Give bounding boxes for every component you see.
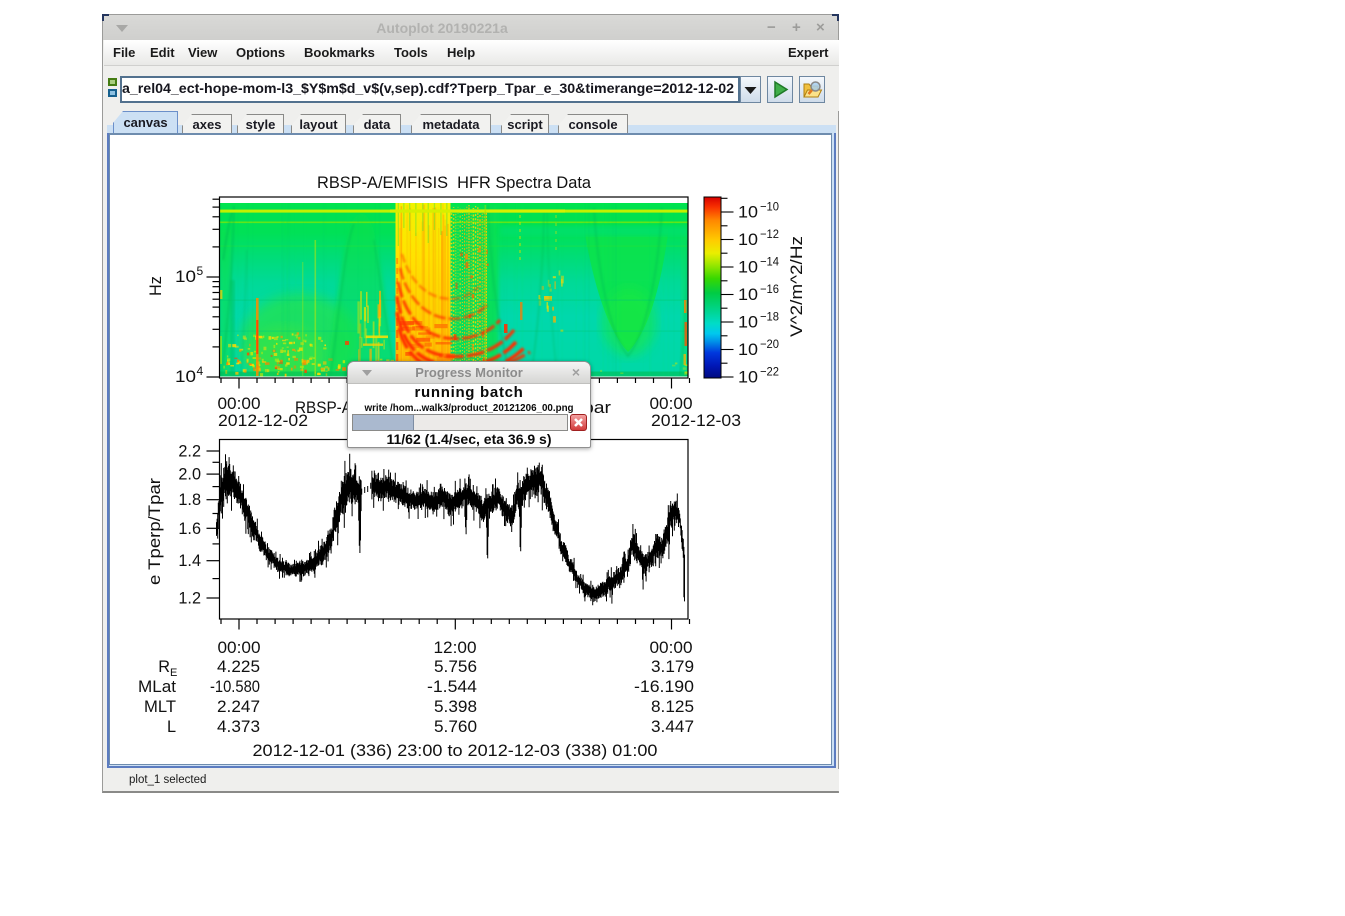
svg-text:1.2: 1.2 — [178, 590, 201, 608]
svg-text:2012-12-01 (336) 23:00 to 2012: 2012-12-01 (336) 23:00 to 2012-12-03 (33… — [253, 742, 658, 760]
svg-text:-1.544: -1.544 — [427, 678, 477, 696]
svg-text:−18: −18 — [760, 310, 779, 324]
svg-text:12:00: 12:00 — [434, 639, 477, 657]
svg-text:4.225: 4.225 — [217, 658, 260, 676]
svg-text:10: 10 — [738, 259, 758, 277]
svg-text:10: 10 — [738, 231, 758, 249]
svg-text:RBSP-A: RBSP-A — [295, 399, 352, 417]
svg-text:−12: −12 — [760, 227, 779, 241]
svg-text:1.4: 1.4 — [178, 552, 201, 570]
svg-text:10: 10 — [175, 368, 196, 386]
svg-text:5: 5 — [197, 264, 204, 278]
svg-text:3.447: 3.447 — [651, 718, 694, 736]
svg-text:3.179: 3.179 — [651, 658, 694, 676]
svg-text:1.8: 1.8 — [178, 491, 201, 509]
svg-text:2.0: 2.0 — [178, 466, 201, 484]
svg-text:00:00: 00:00 — [650, 395, 693, 413]
svg-text:10: 10 — [738, 369, 758, 387]
svg-text:2012-12-03: 2012-12-03 — [651, 412, 741, 430]
svg-text:1.6: 1.6 — [178, 520, 201, 538]
svg-text:V^2/m^2/Hz: V^2/m^2/Hz — [788, 236, 806, 337]
svg-text:e Tperp/Tpar: e Tperp/Tpar — [146, 477, 164, 585]
svg-text:RBSP-A/EMFISIS HFR Spectra Da: RBSP-A/EMFISIS HFR Spectra Data — [317, 174, 592, 192]
svg-text:−14: −14 — [760, 255, 779, 269]
svg-text:10: 10 — [175, 268, 196, 286]
svg-text:MLT: MLT — [144, 698, 176, 716]
svg-text:10: 10 — [738, 341, 758, 359]
svg-text:R: R — [158, 658, 170, 676]
svg-text:Hz: Hz — [147, 276, 165, 296]
svg-text:8.125: 8.125 — [651, 698, 694, 716]
svg-text:−22: −22 — [760, 365, 779, 379]
svg-text:00:00: 00:00 — [650, 639, 693, 657]
svg-text:−20: −20 — [760, 337, 779, 351]
svg-text:00:00: 00:00 — [218, 395, 261, 413]
svg-text:5.760: 5.760 — [434, 718, 477, 736]
svg-text:5.398: 5.398 — [434, 698, 477, 716]
svg-text:L: L — [167, 718, 176, 736]
svg-text:00:00: 00:00 — [218, 639, 261, 657]
svg-text:5.756: 5.756 — [434, 658, 477, 676]
svg-text:−16: −16 — [760, 282, 779, 296]
svg-text:MLat: MLat — [138, 678, 176, 696]
svg-text:2.2: 2.2 — [178, 443, 201, 461]
svg-text:10: 10 — [738, 314, 758, 332]
svg-text:-10.580: -10.580 — [210, 678, 260, 696]
svg-text:10: 10 — [738, 286, 758, 304]
svg-text:2.247: 2.247 — [217, 698, 260, 716]
svg-text:10: 10 — [738, 204, 758, 222]
svg-text:4: 4 — [197, 364, 204, 378]
svg-text:−10: −10 — [760, 200, 779, 214]
svg-text:4.373: 4.373 — [217, 718, 260, 736]
svg-text:-16.190: -16.190 — [634, 678, 694, 696]
